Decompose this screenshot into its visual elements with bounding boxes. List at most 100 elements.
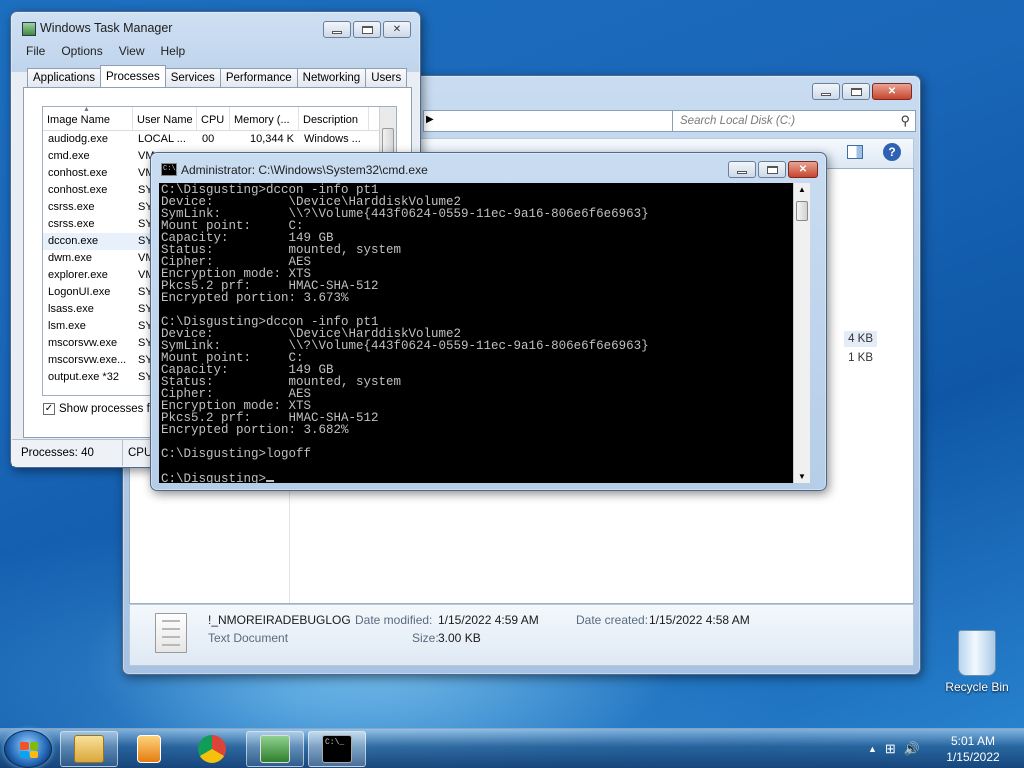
volume-icon[interactable]: 🔊 (904, 741, 920, 757)
minimize-button[interactable] (323, 21, 351, 38)
clock[interactable]: 5:01 AM 1/15/2022 (928, 733, 1018, 765)
process-name: lsm.exe (48, 320, 86, 332)
process-row[interactable]: audiodg.exe LOCAL ... 00 10,344 K Windows ..… (43, 131, 396, 148)
text-cursor (266, 472, 275, 482)
date-created-value: 1/15/2022 4:58 AM (649, 613, 750, 627)
network-icon[interactable]: ⊞ (885, 741, 896, 757)
column-description[interactable]: Description (299, 107, 369, 130)
text-document-icon (155, 613, 187, 653)
windows-logo-icon (20, 742, 38, 758)
process-user: LOCAL ... (138, 133, 186, 145)
search-input[interactable]: Search Local Disk (C:) ⚲ (672, 110, 916, 132)
close-button[interactable]: ✕ (383, 21, 411, 38)
tab-services[interactable]: Services (164, 68, 221, 87)
start-button[interactable] (4, 730, 52, 768)
process-name: mscorsvw.exe... (48, 354, 127, 366)
column-cpu[interactable]: CPU (197, 107, 230, 130)
process-count: Processes: 40 (21, 447, 94, 459)
show-all-processes-checkbox[interactable]: ✓ (43, 403, 55, 415)
cmd-icon: C:\_ (322, 735, 352, 763)
console-scrollbar[interactable]: ▲ ▼ (793, 183, 810, 483)
process-name: lsass.exe (48, 303, 94, 315)
menu-view[interactable]: View (119, 44, 145, 58)
window-title: Administrator: C:\Windows\System32\cmd.e… (181, 163, 428, 177)
tab-applications[interactable]: Applications (27, 68, 102, 87)
media-player-icon (137, 735, 161, 763)
task-manager-window-controls: ✕ (323, 21, 411, 38)
column-image-name[interactable]: Image Name ▲ (43, 107, 133, 130)
minimize-button[interactable] (728, 161, 756, 178)
recycle-bin[interactable]: Recycle Bin (942, 630, 1012, 694)
column-memory[interactable]: Memory (... (230, 107, 299, 130)
size-value: 3.00 KB (438, 631, 481, 645)
maximize-button[interactable] (353, 21, 381, 38)
date-modified-value: 1/15/2022 4:59 AM (438, 613, 539, 627)
column-user-name[interactable]: User Name (133, 107, 197, 130)
process-cpu: 00 (202, 133, 215, 145)
help-icon[interactable]: ? (883, 143, 901, 161)
sort-ascending-icon: ▲ (83, 107, 90, 113)
cpu-usage: CPU (128, 447, 153, 459)
console-line: C:\Disgusting>logoff (161, 447, 312, 461)
taskbar-chrome[interactable] (183, 731, 241, 767)
process-list-header: Image Name ▲ User Name CPU Memory (... De… (43, 107, 396, 131)
taskbar-media-player[interactable] (120, 731, 178, 767)
tab-networking[interactable]: Networking (296, 68, 367, 87)
task-manager-icon (260, 735, 290, 763)
process-name: cmd.exe (48, 150, 90, 162)
menu-help[interactable]: Help (161, 44, 186, 58)
tab-strip: Applications Processes Services Performa… (27, 65, 408, 87)
cmd-icon: C:\_ (161, 163, 180, 176)
console-line: Encrypted portion: 3.673% (161, 291, 349, 305)
scroll-down-icon[interactable]: ▼ (798, 472, 806, 481)
tab-processes[interactable]: Processes (100, 65, 166, 87)
console-line: Encrypted portion: 3.682% (161, 423, 349, 437)
taskbar: C:\_ ▲ ⊞ 🔊 5:01 AM 1/15/2022 (0, 728, 1024, 768)
process-name: explorer.exe (48, 269, 108, 281)
menu-file[interactable]: File (26, 44, 45, 58)
file-type: Text Document (208, 631, 289, 645)
task-manager-icon (22, 22, 36, 36)
cmd-window[interactable]: C:\_ Administrator: C:\Windows\System32\… (150, 152, 827, 491)
show-all-processes[interactable]: ✓ Show processes fro (43, 403, 160, 415)
size-label: Size: (412, 631, 439, 645)
process-name: conhost.exe (48, 167, 108, 179)
date-created-label: Date created: (576, 613, 649, 627)
preview-pane-icon[interactable] (847, 145, 863, 159)
maximize-button[interactable] (758, 161, 786, 178)
tab-performance[interactable]: Performance (219, 68, 298, 87)
taskbar-cmd[interactable]: C:\_ (308, 731, 366, 767)
show-hidden-icons-icon[interactable]: ▲ (868, 744, 877, 757)
process-name: dwm.exe (48, 252, 93, 264)
folder-icon (74, 735, 104, 763)
tab-users[interactable]: Users (365, 68, 408, 87)
menu-options[interactable]: Options (61, 44, 102, 58)
taskbar-explorer[interactable] (60, 731, 118, 767)
close-button[interactable]: ✕ (872, 83, 912, 100)
console-output[interactable]: C:\Disgusting>dccon -info pt1 Device: \D… (159, 183, 810, 483)
file-name: !_NMOREIRADEBUGLOG (208, 613, 351, 627)
console-line: C:\Disgusting> (161, 472, 267, 483)
process-name: csrss.exe (48, 218, 95, 230)
notification-area: ▲ ⊞ 🔊 (868, 741, 920, 757)
scrollbar-thumb[interactable] (796, 201, 808, 221)
scroll-up-icon[interactable]: ▲ (798, 185, 806, 194)
close-button[interactable]: ✕ (788, 161, 818, 178)
process-memory: 10,344 K (249, 133, 294, 145)
chrome-icon (198, 735, 226, 763)
clock-date: 1/15/2022 (946, 750, 1000, 764)
process-name: dccon.exe (48, 235, 99, 247)
search-placeholder: Search Local Disk (C:) (680, 115, 796, 127)
process-name: output.exe *32 (48, 371, 119, 383)
menu-bar: File Options View Help (26, 44, 185, 58)
recycle-bin-icon (958, 630, 996, 676)
process-description: Windows ... (304, 133, 361, 145)
breadcrumb-arrow-icon[interactable]: ▶ (426, 114, 434, 125)
search-icon[interactable]: ⚲ (900, 113, 910, 129)
process-name: LogonUI.exe (48, 286, 111, 298)
maximize-button[interactable] (842, 83, 870, 100)
taskbar-task-manager[interactable] (246, 731, 304, 767)
process-name: csrss.exe (48, 201, 95, 213)
console-text: C:\Disgusting>dccon -info pt1 Device: \D… (159, 183, 810, 483)
minimize-button[interactable] (812, 83, 840, 100)
